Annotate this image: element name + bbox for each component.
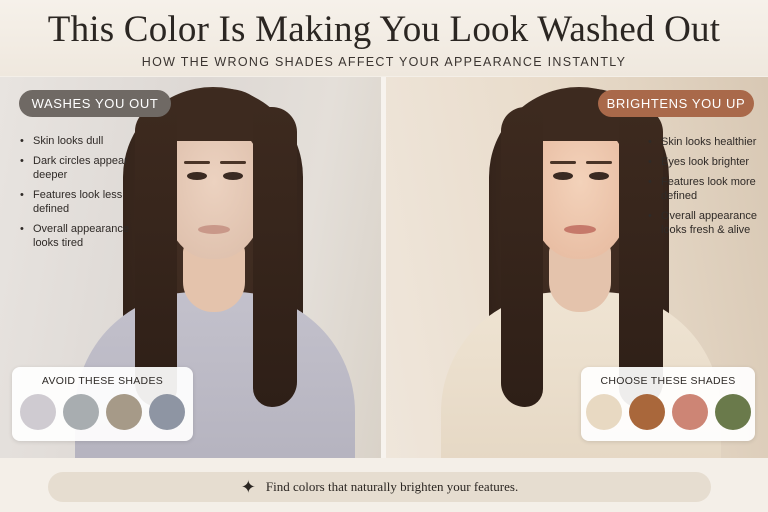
choose-swatches bbox=[581, 394, 755, 430]
brightens-panel: BRIGHTENS YOU UP Skin looks healthier Ey… bbox=[386, 77, 768, 458]
list-item: Overall appearance looks tired bbox=[20, 222, 140, 250]
list-item: Dark circles appear deeper bbox=[20, 154, 140, 182]
swatch-lavender-grey bbox=[20, 394, 56, 430]
page-title: This Color Is Making You Look Washed Out bbox=[47, 9, 721, 50]
choose-shades-card: CHOOSE THESE SHADES bbox=[581, 367, 755, 441]
footer-banner: ✦ Find colors that naturally brighten yo… bbox=[48, 472, 711, 502]
swatch-olive bbox=[714, 394, 751, 430]
sparkle-icon: ✦ bbox=[240, 477, 256, 497]
swatch-slate-blue bbox=[149, 394, 185, 430]
avoid-swatches bbox=[12, 394, 193, 430]
swatch-caramel bbox=[628, 394, 665, 430]
list-item: Features look more defined bbox=[648, 175, 766, 203]
swatch-dusty-rose bbox=[671, 394, 708, 430]
list-item: Skin looks healthier bbox=[648, 135, 766, 149]
washed-out-effects-list: Skin looks dull Dark circles appear deep… bbox=[20, 134, 140, 256]
list-item: Features look less defined bbox=[20, 188, 140, 216]
page-subtitle: HOW THE WRONG SHADES AFFECT YOUR APPEARA… bbox=[141, 55, 627, 69]
washes-you-out-label: WASHES YOU OUT bbox=[19, 90, 171, 117]
brightens-you-up-label: BRIGHTENS YOU UP bbox=[598, 90, 754, 117]
avoid-shades-title: AVOID THESE SHADES bbox=[41, 375, 164, 387]
washed-out-panel: WASHES YOU OUT Skin looks dull Dark circ… bbox=[0, 77, 381, 458]
avoid-shades-card: AVOID THESE SHADES bbox=[12, 367, 193, 441]
brightening-effects-list: Skin looks healthier Eyes look brighter … bbox=[648, 135, 766, 243]
swatch-cream bbox=[585, 394, 622, 430]
list-item: Skin looks dull bbox=[20, 134, 140, 148]
footer-text: Find colors that naturally brighten your… bbox=[265, 479, 519, 494]
choose-shades-title: CHOOSE THESE SHADES bbox=[600, 375, 736, 387]
swatch-cool-grey bbox=[63, 394, 99, 430]
header: This Color Is Making You Look Washed Out… bbox=[0, 0, 768, 76]
swatch-taupe bbox=[106, 394, 142, 430]
list-item: Overall appearance looks fresh & alive bbox=[648, 209, 766, 237]
list-item: Eyes look brighter bbox=[648, 155, 766, 169]
